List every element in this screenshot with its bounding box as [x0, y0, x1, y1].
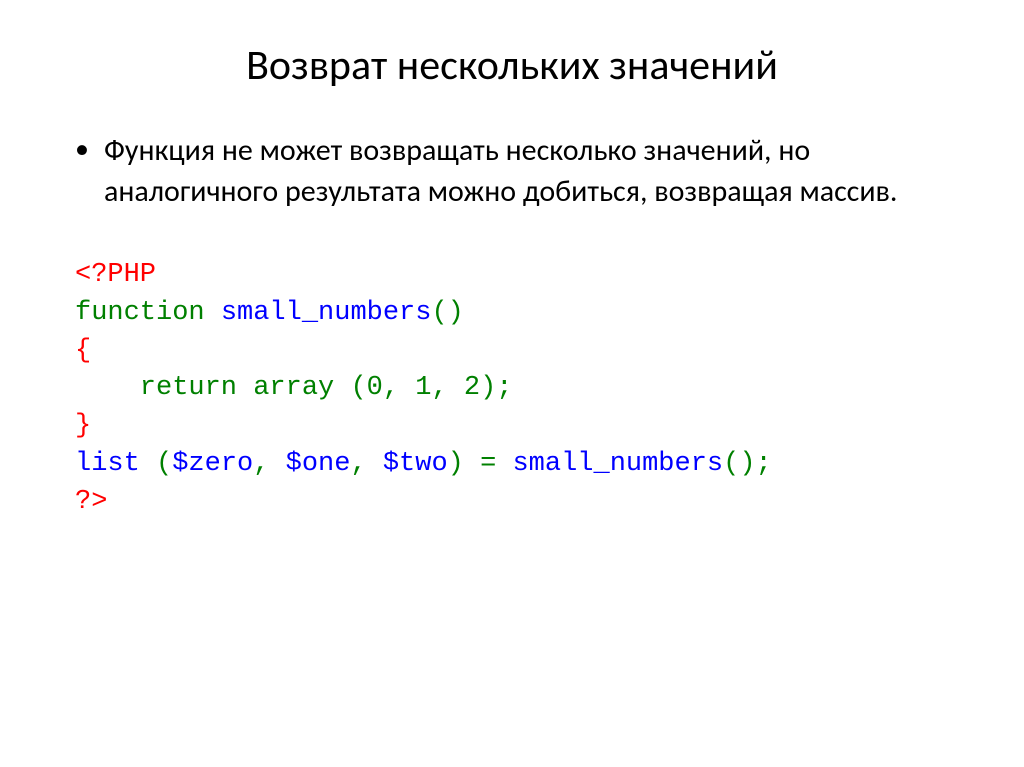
comma-2: ,: [431, 373, 447, 403]
bullet-text: Функция не может возвращать несколько зн…: [104, 131, 969, 212]
indent: [75, 370, 140, 408]
keyword-list: list: [75, 449, 140, 479]
paren-open-3: (: [156, 449, 172, 479]
code-line-3: {: [75, 333, 969, 371]
var-two: $two: [383, 449, 448, 479]
function-call: small_numbers: [512, 449, 723, 479]
number-0: 0: [367, 373, 383, 403]
var-one: $one: [286, 449, 351, 479]
paren-open: (: [431, 298, 447, 328]
number-2: 2: [464, 373, 480, 403]
php-close-tag: ?>: [75, 487, 107, 517]
brace-open: {: [75, 336, 91, 366]
code-line-5: }: [75, 408, 969, 446]
code-line-4: return array (0, 1, 2);: [75, 370, 969, 408]
function-name: small_numbers: [221, 298, 432, 328]
code-line-6: list ($zero, $one, $two) = small_numbers…: [75, 446, 969, 484]
paren-close: ): [448, 298, 464, 328]
bullet-item: • Функция не может возвращать несколько …: [55, 131, 969, 212]
comma-4: ,: [350, 449, 366, 479]
code-line-2: function small_numbers(): [75, 295, 969, 333]
comma-3: ,: [253, 449, 269, 479]
brace-close: }: [75, 411, 91, 441]
comma-1: ,: [383, 373, 399, 403]
equals: =: [480, 449, 496, 479]
code-block: <?PHP function small_numbers() { return …: [55, 257, 969, 522]
number-1: 1: [415, 373, 431, 403]
paren-close-3: ): [448, 449, 464, 479]
semicolon-1: ;: [496, 373, 512, 403]
paren-open-2: (: [350, 373, 366, 403]
code-line-7: ?>: [75, 484, 969, 522]
paren-close-4: ): [739, 449, 755, 479]
php-open-tag: <?PHP: [75, 260, 156, 290]
keyword-array: array: [253, 373, 334, 403]
paren-open-4: (: [723, 449, 739, 479]
bullet-marker: •: [75, 131, 89, 167]
slide-title: Возврат нескольких значений: [55, 40, 969, 91]
code-line-1: <?PHP: [75, 257, 969, 295]
paren-close-2: ): [480, 373, 496, 403]
keyword-return: return: [140, 373, 237, 403]
keyword-function: function: [75, 298, 205, 328]
var-zero: $zero: [172, 449, 253, 479]
semicolon-2: ;: [756, 449, 772, 479]
